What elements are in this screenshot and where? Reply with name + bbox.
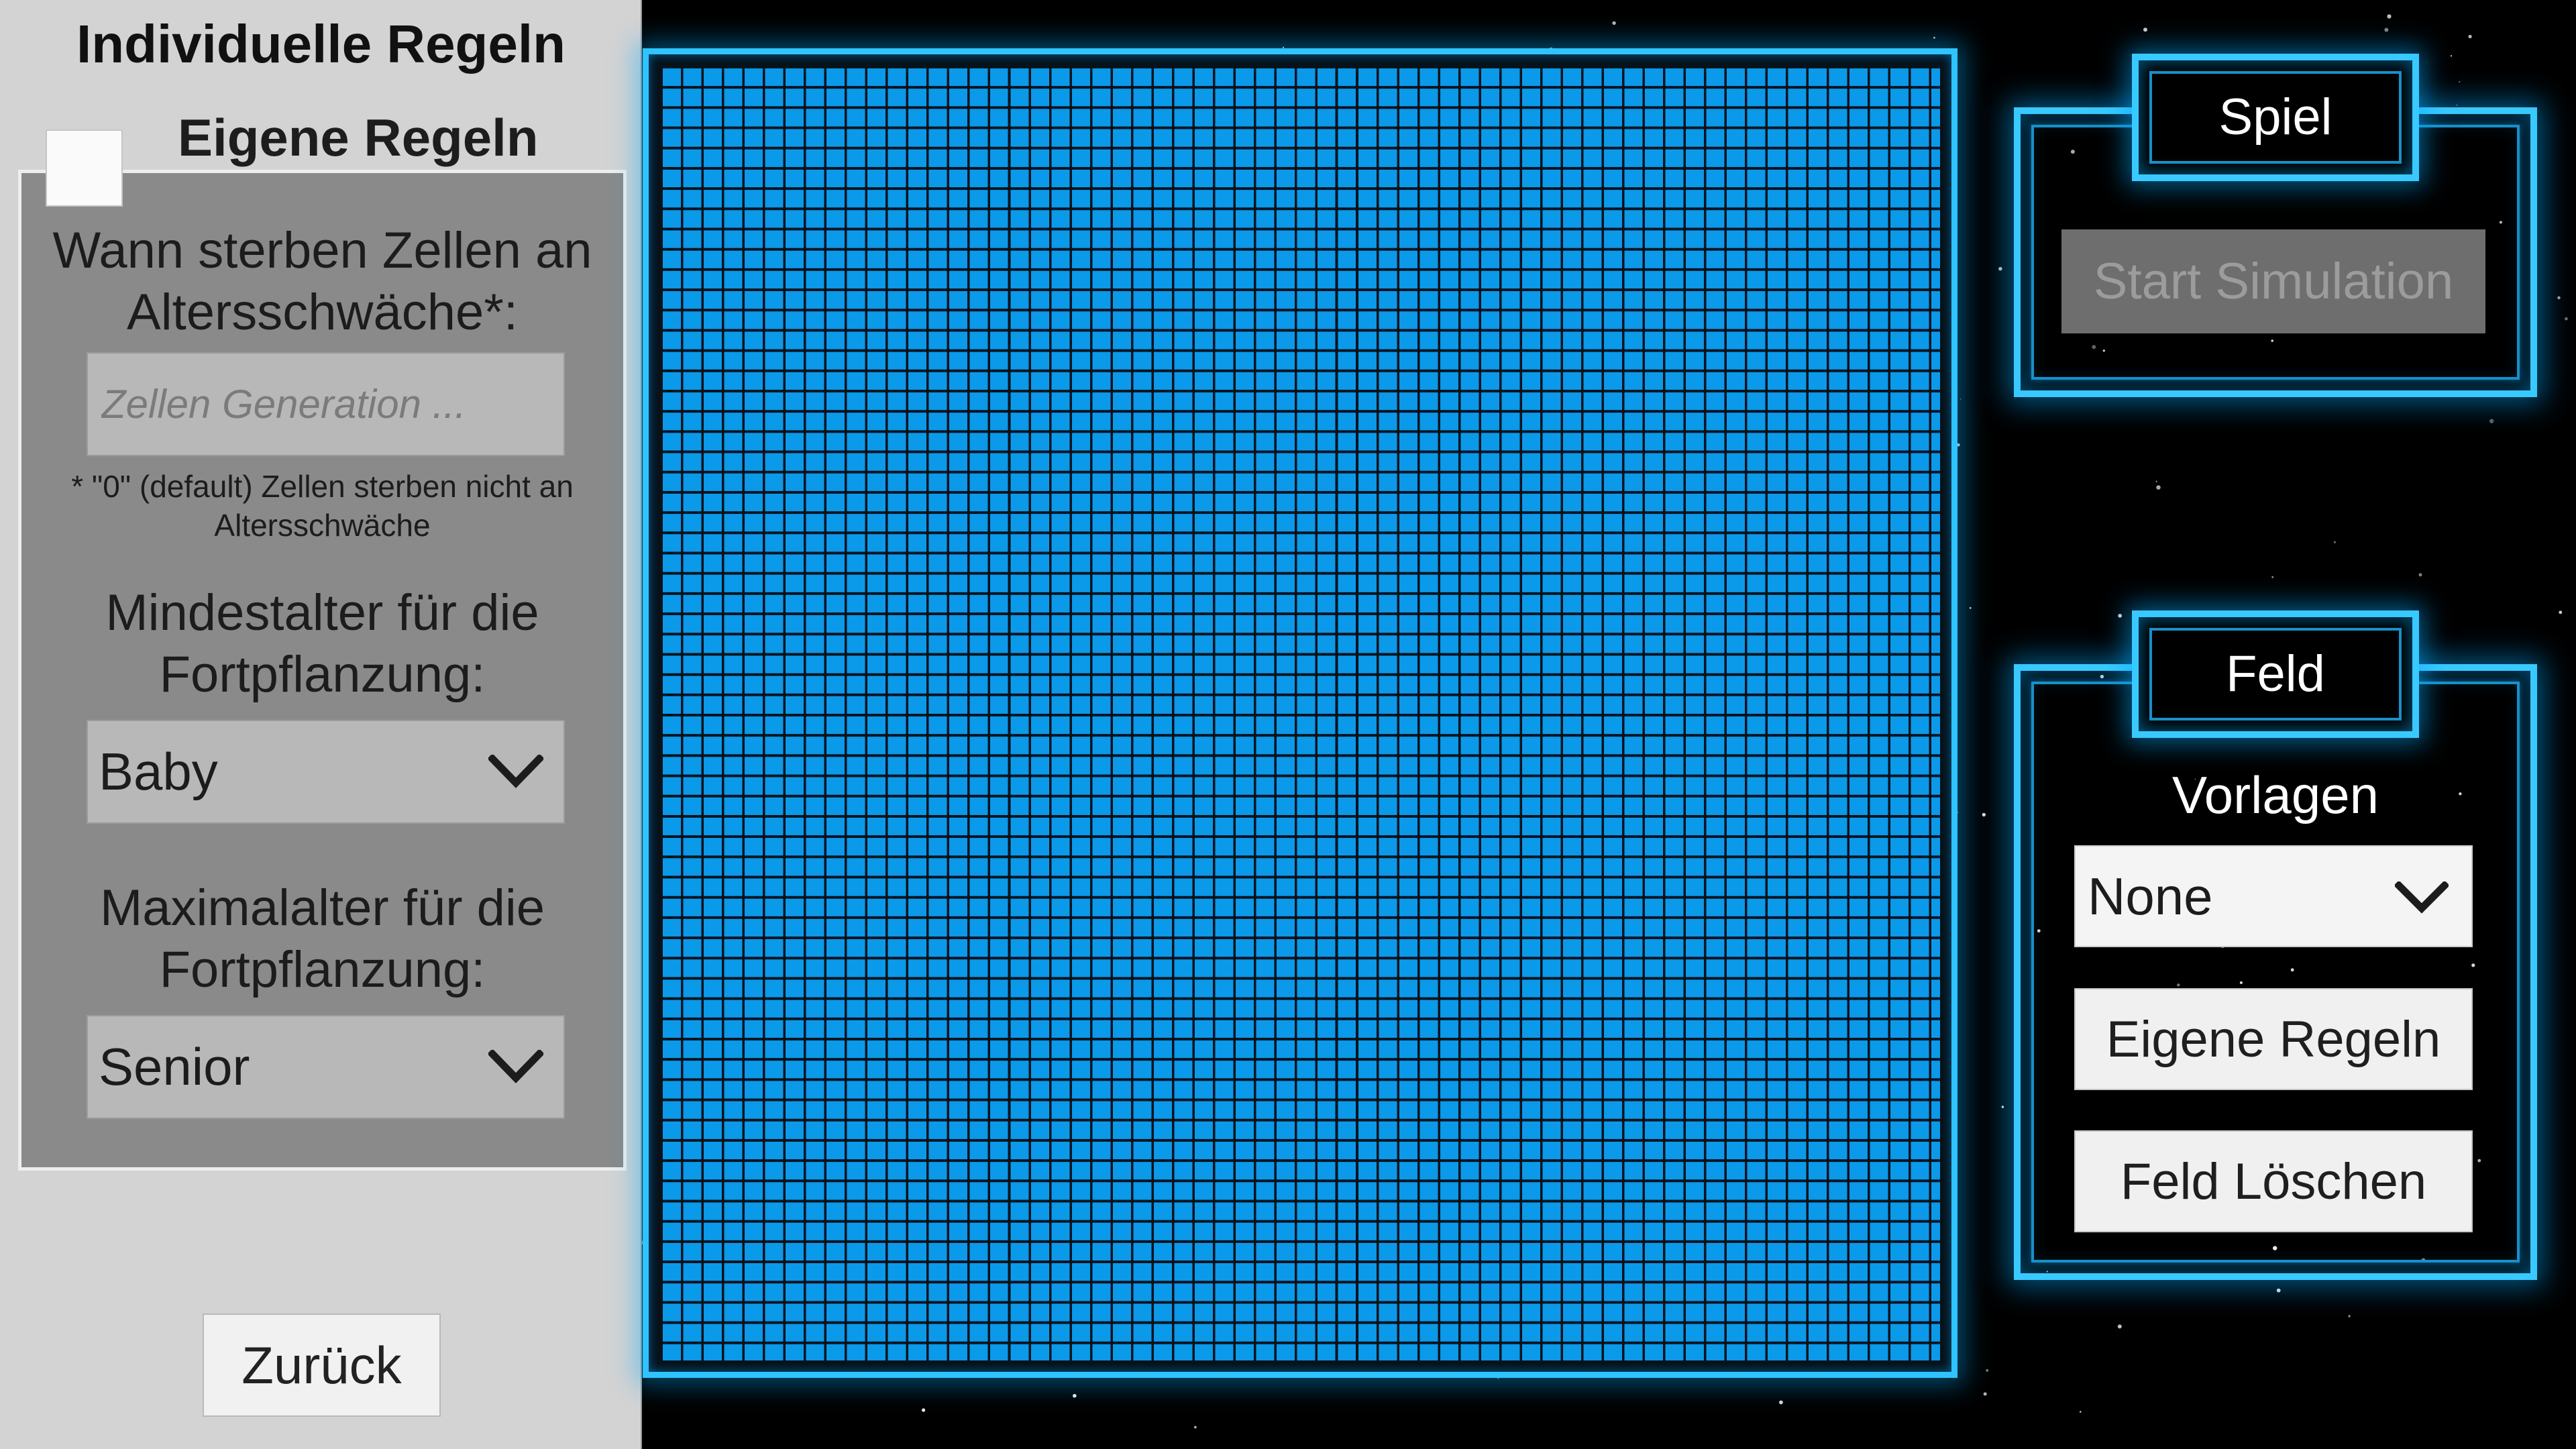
- custom-rules-checkbox[interactable]: [46, 129, 123, 207]
- death-by-age-note: * "0" (default) Zellen sterben nicht an …: [71, 469, 574, 543]
- star: [2001, 1106, 2004, 1108]
- star: [1779, 1400, 1783, 1405]
- star: [1986, 1368, 1989, 1372]
- clear-field-button[interactable]: Feld Löschen: [2074, 1130, 2473, 1232]
- chevron-down-icon: [488, 1050, 543, 1083]
- game-panel-title: Spiel: [2218, 89, 2332, 146]
- star: [2489, 419, 2494, 423]
- star: [2155, 480, 2157, 482]
- custom-rules-checkbox-label: Eigene Regeln: [178, 108, 539, 167]
- max-age-selected: Senior: [99, 1037, 250, 1096]
- star: [2387, 14, 2392, 19]
- star: [2348, 1315, 2351, 1318]
- game-screen: Individuelle Regeln Wann sterben Zellen …: [0, 0, 2576, 1449]
- star: [2450, 55, 2453, 57]
- max-age-question: Maximalalter für die Fortpflanzung:: [99, 879, 545, 998]
- star: [2384, 28, 2389, 32]
- star: [2468, 34, 2472, 39]
- min-age-dropdown[interactable]: Baby: [87, 720, 565, 824]
- star: [2118, 614, 2123, 618]
- max-age-dropdown[interactable]: Senior: [87, 1015, 565, 1119]
- star: [2117, 1324, 2122, 1329]
- star: [2559, 610, 2563, 614]
- star: [922, 1408, 926, 1412]
- star: [2565, 317, 2568, 321]
- star: [2418, 573, 2422, 577]
- star: [2276, 1288, 2281, 1293]
- game-grid-frame: [643, 48, 1957, 1378]
- star: [1998, 267, 2002, 271]
- templates-selected: None: [2088, 867, 2213, 926]
- individual-rules-panel: Individuelle Regeln Wann sterben Zellen …: [0, 0, 642, 1449]
- star: [2271, 576, 2274, 578]
- templates-label: Vorlagen: [2172, 765, 2379, 824]
- cell-grid[interactable]: [657, 62, 1943, 1364]
- star: [2459, 81, 2461, 83]
- star: [2080, 1411, 2082, 1413]
- templates-dropdown[interactable]: None: [2074, 845, 2473, 947]
- death-by-age-question: Wann sterben Zellen an Altersschwäche*:: [52, 222, 592, 341]
- star: [2557, 296, 2561, 300]
- star: [1933, 36, 1935, 39]
- back-button[interactable]: Zurück: [203, 1313, 441, 1417]
- rules-panel-title: Individuelle Regeln: [76, 14, 566, 74]
- star: [1194, 1426, 1197, 1429]
- game-panel-header: Spiel: [2132, 54, 2419, 181]
- generation-input[interactable]: [87, 352, 565, 456]
- star: [1960, 398, 1962, 400]
- star: [1983, 1392, 1987, 1396]
- min-age-selected: Baby: [99, 742, 218, 801]
- start-simulation-button[interactable]: Start Simulation: [2061, 229, 2485, 333]
- star: [1073, 1393, 1077, 1398]
- chevron-down-icon: [488, 755, 543, 788]
- star: [2333, 541, 2337, 543]
- custom-rules-button[interactable]: Eigene Regeln: [2074, 988, 2473, 1090]
- min-age-question: Mindestalter für die Fortpflanzung:: [105, 584, 539, 703]
- rules-settings-box: Wann sterben Zellen an Altersschwäche*: …: [18, 170, 627, 1171]
- star: [2456, 104, 2458, 106]
- star: [1612, 21, 1616, 25]
- field-panel-header: Feld: [2132, 610, 2419, 738]
- star: [1969, 606, 1972, 609]
- chevron-down-icon: [2395, 881, 2449, 914]
- star: [1982, 812, 1986, 817]
- field-panel-title: Feld: [2226, 645, 2325, 702]
- star: [2143, 28, 2147, 32]
- star: [2156, 485, 2161, 490]
